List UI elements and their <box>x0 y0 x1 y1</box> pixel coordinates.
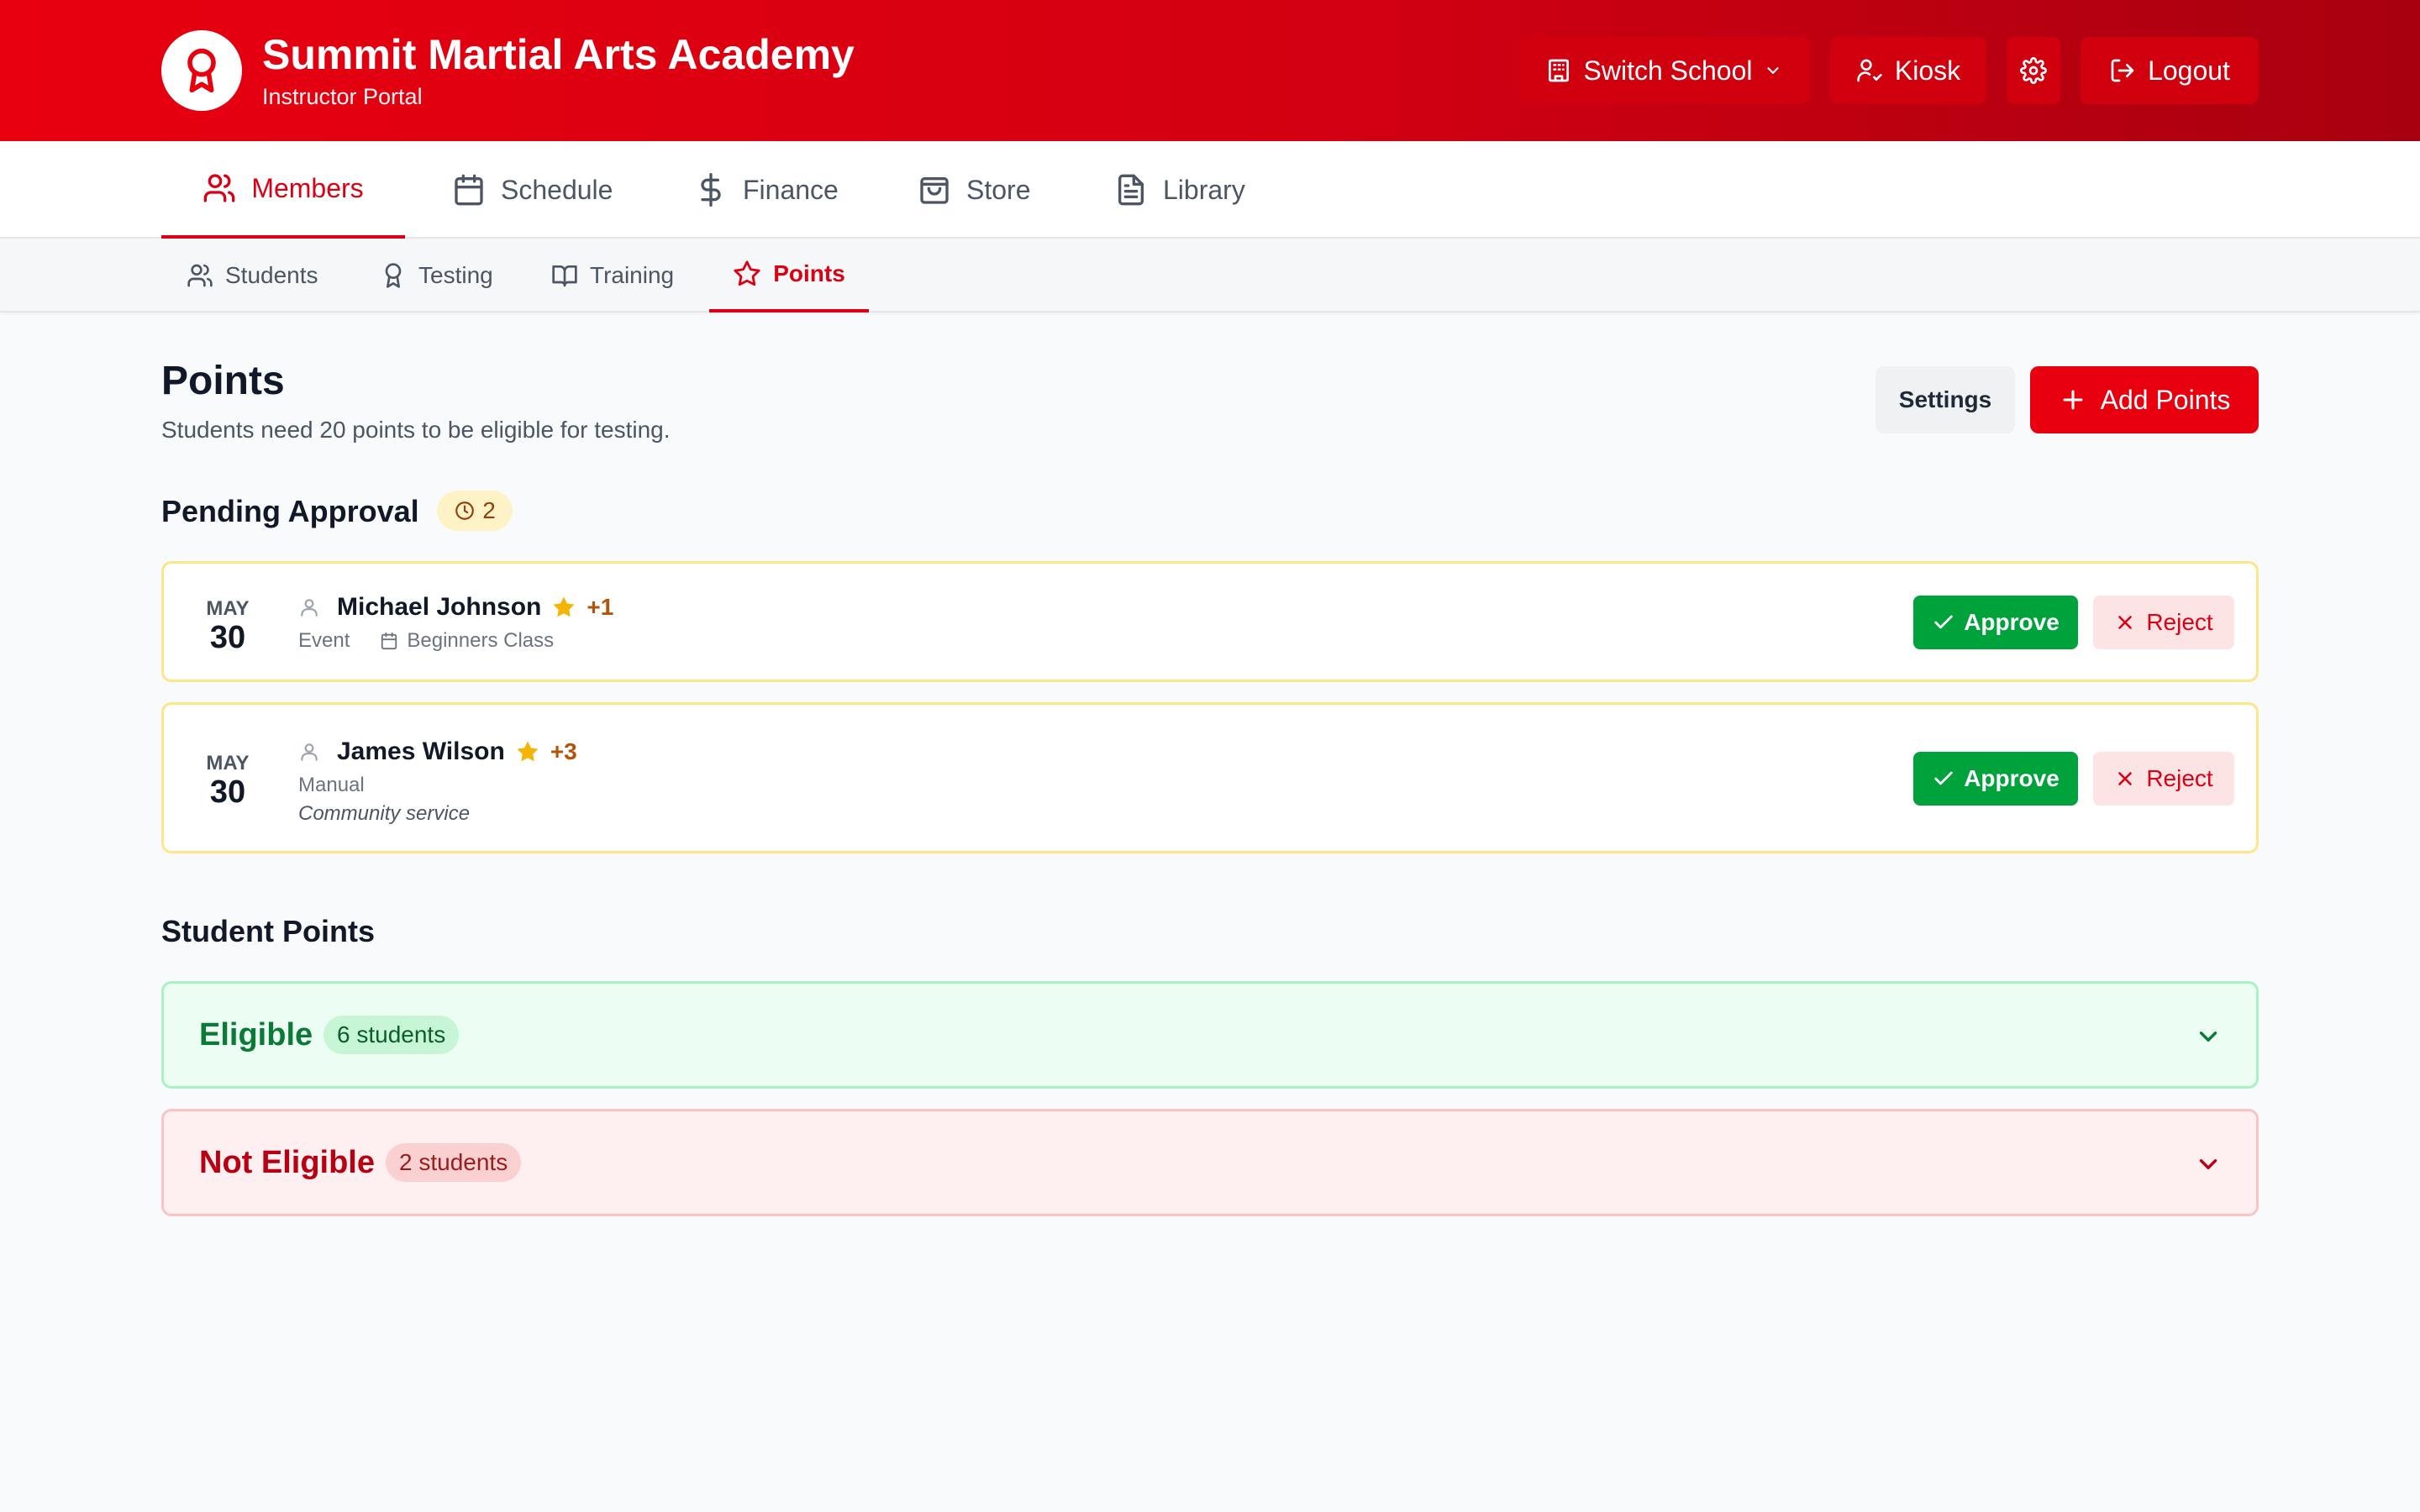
subtab-students[interactable]: Students <box>187 239 318 312</box>
reject-label: Reject <box>2146 765 2213 791</box>
gear-icon <box>2020 57 2047 84</box>
approve-label: Approve <box>1964 765 2060 791</box>
student-name: James Wilson <box>337 738 505 765</box>
pending-item: MAY 30 Michael Johnson +1 Event Beginner… <box>161 561 2259 682</box>
points-value: +3 <box>550 738 577 764</box>
subtab-points-label: Points <box>773 260 845 286</box>
approve-button[interactable]: Approve <box>1913 752 2078 806</box>
subtab-students-label: Students <box>225 262 318 288</box>
check-icon <box>1932 611 1955 634</box>
close-icon <box>2114 768 2136 790</box>
approve-label: Approve <box>1964 609 2060 635</box>
pending-item-date: MAY 30 <box>197 597 258 656</box>
chevron-down-icon <box>2194 1022 2223 1051</box>
close-icon <box>2114 612 2136 633</box>
chevron-down-icon <box>2194 1150 2223 1179</box>
pending-item-month: MAY <box>206 752 250 774</box>
building-icon <box>1545 57 1572 84</box>
reject-button[interactable]: Reject <box>2093 596 2234 649</box>
student-points-heading: Student Points <box>161 914 375 948</box>
reject-button[interactable]: Reject <box>2093 752 2234 806</box>
pending-item-day: 30 <box>209 774 246 810</box>
eligible-group[interactable]: Eligible 6 students <box>161 981 2259 1089</box>
tab-library-label: Library <box>1163 174 1245 205</box>
subtab-testing-label: Testing <box>418 262 493 288</box>
tab-finance[interactable]: Finance <box>694 141 839 239</box>
tab-members-label: Members <box>251 172 364 203</box>
points-source-type: Event <box>298 629 350 652</box>
calendar-icon <box>452 173 486 207</box>
logout-button[interactable]: Logout <box>2081 37 2259 104</box>
plus-icon <box>2059 386 2087 414</box>
app-header: Summit Martial Arts Academy Instructor P… <box>0 0 2420 141</box>
check-icon <box>1932 767 1955 790</box>
add-points-label: Add Points <box>2100 384 2231 415</box>
primary-nav: Members Schedule Finance Store Library <box>0 141 2420 239</box>
points-settings-button[interactable]: Settings <box>1876 366 2015 433</box>
user-icon <box>298 596 320 618</box>
user-check-icon <box>1856 57 1883 84</box>
tab-schedule[interactable]: Schedule <box>452 141 613 239</box>
tab-library[interactable]: Library <box>1114 141 1245 239</box>
not-eligible-count-badge: 2 students <box>386 1143 522 1182</box>
tab-schedule-label: Schedule <box>501 174 613 205</box>
star-icon <box>551 595 576 620</box>
tab-members[interactable]: Members <box>161 141 405 239</box>
kiosk-label: Kiosk <box>1894 55 1961 86</box>
user-icon <box>298 741 320 763</box>
calendar-icon <box>380 632 398 650</box>
award-icon <box>380 262 407 289</box>
eligible-group-label: Eligible <box>199 1017 313 1053</box>
pending-item-month: MAY <box>206 597 250 620</box>
dollar-icon <box>694 173 728 207</box>
points-note: Community service <box>298 802 471 825</box>
subtab-training[interactable]: Training <box>551 239 674 312</box>
subtab-points[interactable]: Points <box>709 239 869 312</box>
star-icon <box>733 260 761 288</box>
app-title: Summit Martial Arts Academy <box>262 31 855 78</box>
pending-item: MAY 30 James Wilson +3 Manual Community … <box>161 702 2259 853</box>
points-value: +1 <box>587 594 614 620</box>
approve-button[interactable]: Approve <box>1913 596 2078 649</box>
star-icon <box>515 739 540 764</box>
reject-label: Reject <box>2146 609 2213 635</box>
student-name: Michael Johnson <box>337 593 542 621</box>
chevron-down-icon <box>1764 61 1782 80</box>
not-eligible-group-label: Not Eligible <box>199 1145 375 1180</box>
subtab-testing[interactable]: Testing <box>380 239 493 312</box>
page-title: Points <box>161 359 285 403</box>
shopping-bag-icon <box>918 173 951 207</box>
logout-label: Logout <box>2148 55 2230 86</box>
points-source-type: Manual <box>298 774 365 796</box>
clock-icon <box>454 500 476 522</box>
tab-store-label: Store <box>966 174 1031 205</box>
switch-school-button[interactable]: Switch School <box>1518 37 1810 104</box>
users-icon <box>187 262 213 289</box>
tab-finance-label: Finance <box>743 174 839 205</box>
pending-approval-heading: Pending Approval <box>161 494 419 528</box>
app-subtitle: Instructor Portal <box>262 84 423 109</box>
eligible-count-badge: 6 students <box>324 1016 460 1054</box>
add-points-button[interactable]: Add Points <box>2030 366 2259 433</box>
pending-count: 2 <box>482 497 496 523</box>
switch-school-label: Switch School <box>1583 55 1753 86</box>
award-icon <box>161 30 242 111</box>
document-icon <box>1114 173 1148 207</box>
secondary-nav: Students Testing Training Points <box>0 239 2420 312</box>
logout-icon <box>2109 57 2136 84</box>
users-icon <box>203 171 236 205</box>
book-icon <box>551 262 578 289</box>
settings-gear-button[interactable] <box>2007 37 2060 104</box>
pending-count-badge: 2 <box>437 491 513 531</box>
event-name: Beginners Class <box>407 629 555 652</box>
not-eligible-group[interactable]: Not Eligible 2 students <box>161 1109 2259 1216</box>
page-subtitle: Students need 20 points to be eligible f… <box>161 417 671 443</box>
tab-store[interactable]: Store <box>918 141 1030 239</box>
pending-item-date: MAY 30 <box>197 752 258 811</box>
pending-item-day: 30 <box>209 620 246 655</box>
kiosk-button[interactable]: Kiosk <box>1830 37 1986 104</box>
subtab-training-label: Training <box>590 262 675 288</box>
